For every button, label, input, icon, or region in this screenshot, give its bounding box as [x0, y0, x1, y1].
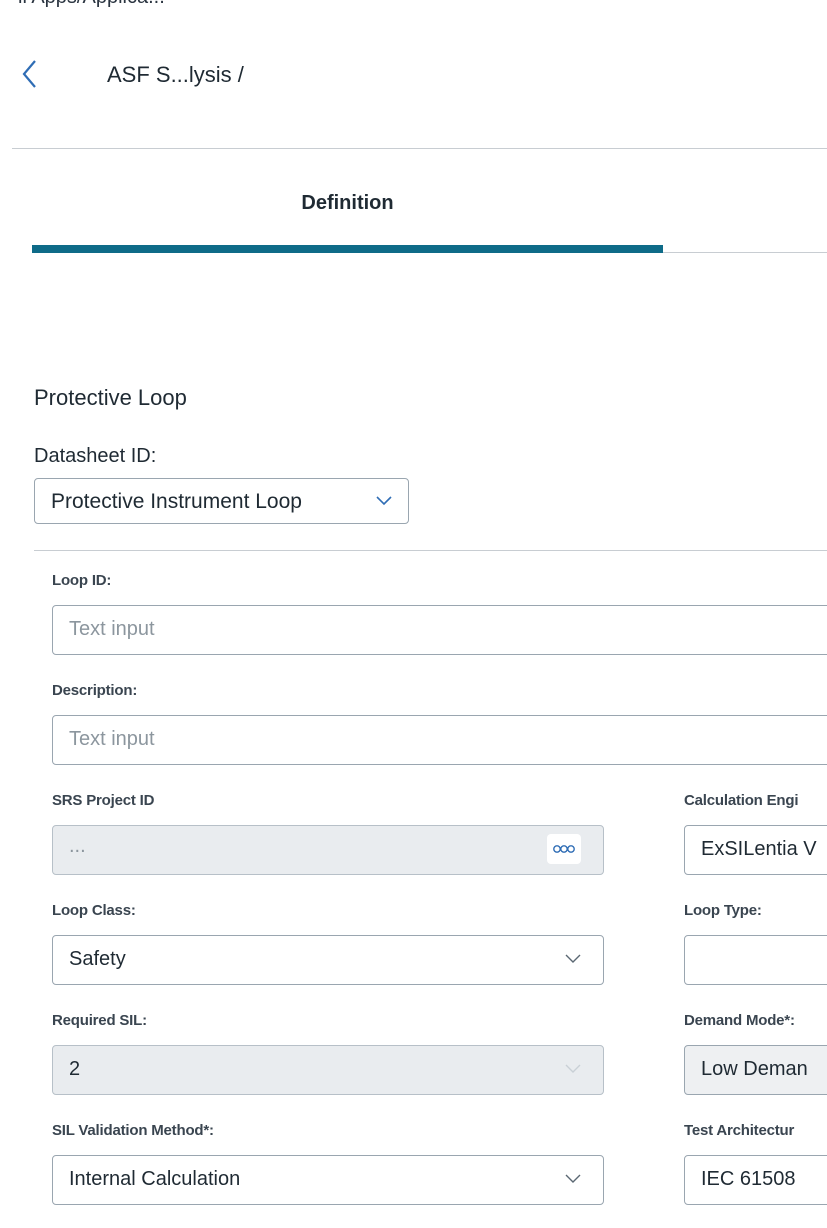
loop-class-label: Loop Class: — [52, 902, 136, 919]
chevron-left-icon — [22, 60, 36, 88]
active-tab-indicator — [32, 245, 663, 253]
tab-definition[interactable]: Definition — [32, 192, 663, 232]
test-architecture-label: Test Architectur — [684, 1122, 795, 1139]
loop-type-select[interactable] — [684, 935, 827, 985]
header-divider — [12, 148, 827, 149]
required-sil-label: Required SIL: — [52, 1012, 147, 1029]
loop-id-placeholder: Text input — [69, 618, 155, 640]
demand-mode-select[interactable]: Low Deman — [684, 1045, 827, 1095]
datasheet-select-value: Protective Instrument Loop — [51, 490, 302, 513]
description-input[interactable]: Text input — [52, 715, 827, 765]
sil-validation-method-label: SIL Validation Method*: — [52, 1122, 214, 1139]
srs-project-id-value: ... — [69, 835, 86, 857]
app-title-fragment: ll Apps/Applica... — [18, 0, 165, 9]
test-architecture-value: IEC 61508 — [701, 1168, 796, 1190]
calculation-engine-select[interactable]: ExSILentia V — [684, 825, 827, 875]
breadcrumb[interactable]: ASF S...lysis / — [107, 62, 244, 88]
chevron-down-icon — [376, 496, 392, 506]
loop-id-label: Loop ID: — [52, 572, 112, 589]
sil-validation-method-select[interactable]: Internal Calculation — [52, 1155, 604, 1205]
datasheet-select[interactable]: Protective Instrument Loop — [34, 478, 409, 524]
description-label: Description: — [52, 682, 138, 699]
required-sil-select: 2 — [52, 1045, 604, 1095]
description-placeholder: Text input — [69, 728, 155, 750]
back-button[interactable] — [18, 58, 42, 90]
section-title: Protective Loop — [34, 385, 187, 410]
demand-mode-label: Demand Mode*: — [684, 1012, 795, 1029]
more-options-button[interactable] — [547, 834, 581, 864]
required-sil-value: 2 — [69, 1058, 81, 1080]
sil-validation-method-value: Internal Calculation — [69, 1168, 241, 1190]
form-divider — [34, 550, 827, 551]
srs-project-id-label: SRS Project ID — [52, 792, 155, 809]
chevron-down-icon — [565, 1064, 581, 1073]
test-architecture-select[interactable]: IEC 61508 — [684, 1155, 827, 1205]
ellipsis-icon — [553, 845, 575, 853]
calculation-engine-label: Calculation Engi — [684, 792, 799, 809]
loop-type-label: Loop Type: — [684, 902, 762, 919]
demand-mode-value: Low Deman — [701, 1058, 808, 1080]
calculation-engine-value: ExSILentia V — [701, 838, 817, 860]
datasheet-label: Datasheet ID: — [34, 445, 157, 467]
loop-id-input[interactable]: Text input — [52, 605, 827, 655]
srs-project-id-field: ... — [52, 825, 604, 875]
chevron-down-icon — [565, 954, 581, 963]
chevron-down-icon — [565, 1174, 581, 1183]
loop-class-value: Safety — [69, 948, 126, 970]
loop-class-select[interactable]: Safety — [52, 935, 604, 985]
